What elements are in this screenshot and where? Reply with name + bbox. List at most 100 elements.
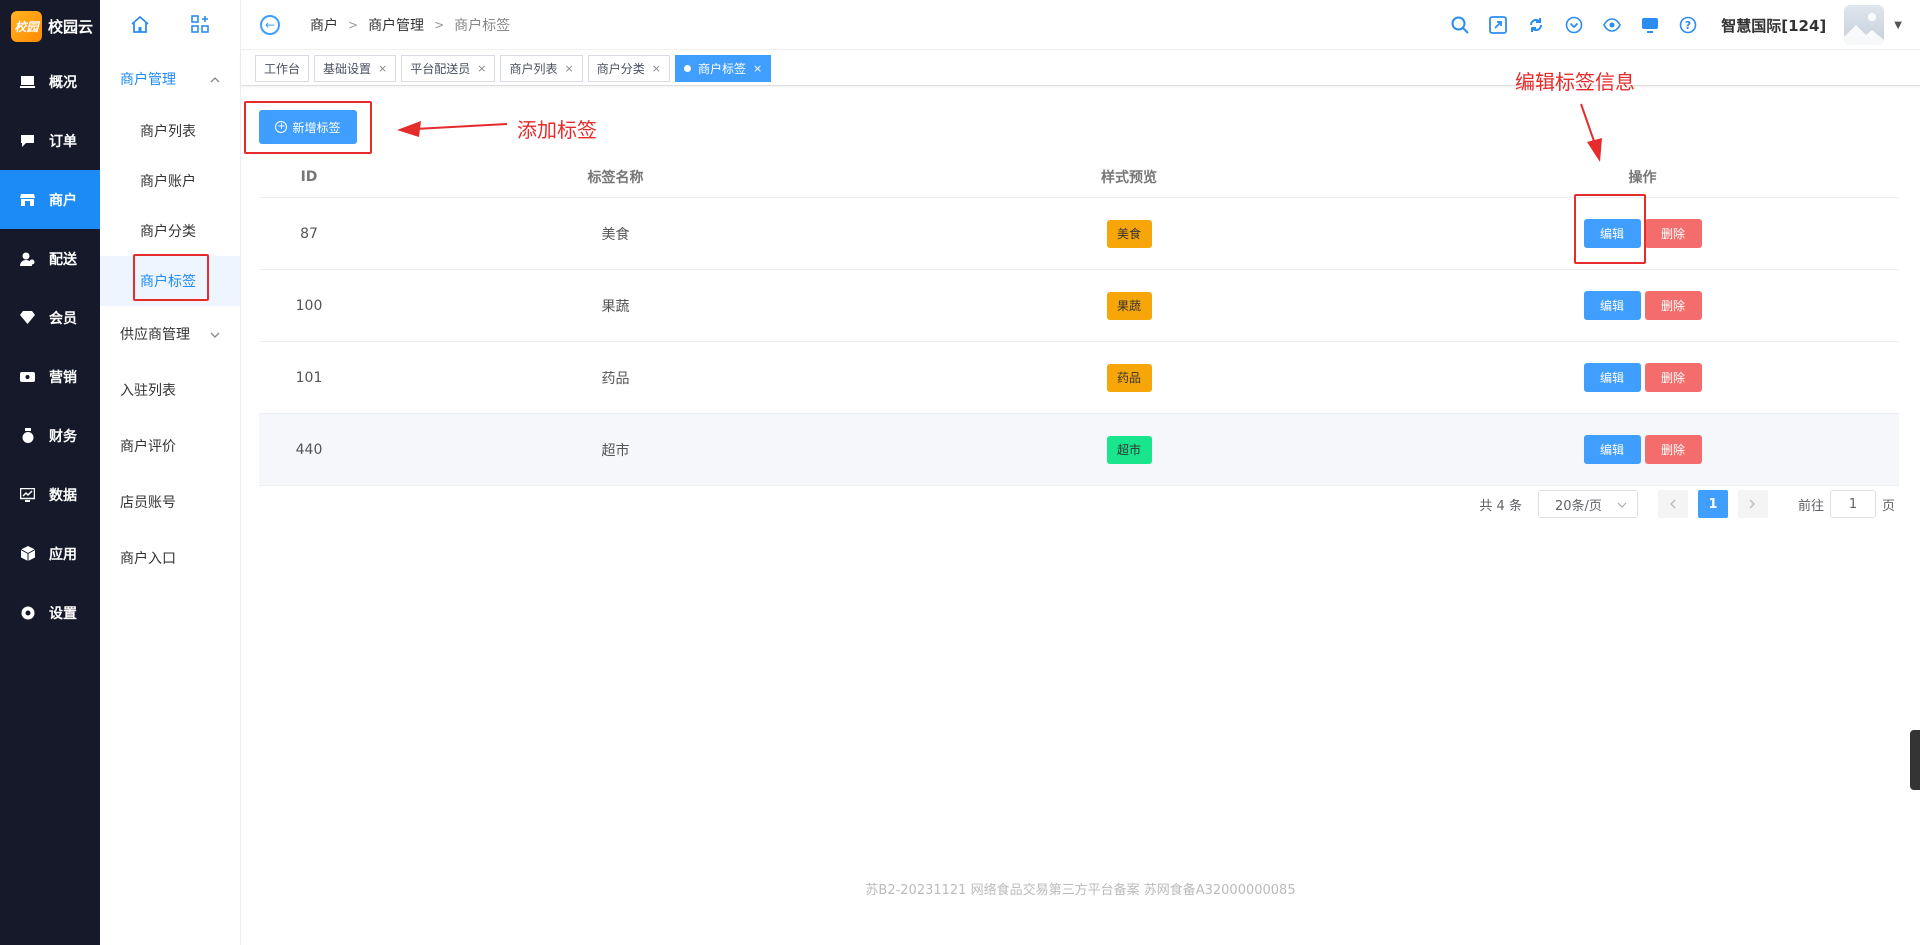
cell-style: 超市	[872, 435, 1386, 464]
close-icon[interactable]: ×	[652, 62, 661, 75]
tab-label: 商户分类	[596, 62, 645, 76]
prev-page-button[interactable]	[1657, 490, 1688, 518]
edit-button[interactable]: 编辑	[1583, 435, 1641, 464]
goto-page-input[interactable]: 1	[1829, 490, 1876, 518]
data-icon	[20, 487, 35, 502]
close-icon[interactable]: ×	[378, 62, 387, 75]
tab-platform-courier[interactable]: 平台配送员 ×	[401, 55, 496, 82]
close-icon[interactable]: ×	[753, 62, 762, 75]
submenu-item-merchant-entry[interactable]: 商户入口	[100, 530, 240, 586]
delete-button[interactable]: 删除	[1644, 435, 1702, 464]
annotation-box-edit	[1574, 194, 1646, 264]
delete-button[interactable]: 删除	[1644, 291, 1702, 320]
submenu-item-staff-account[interactable]: 店员账号	[100, 474, 240, 530]
fullscreen-icon[interactable]	[1479, 16, 1517, 34]
tab-merchant-tag[interactable]: 商户标签 ×	[674, 55, 772, 82]
secondary-menu: 商户管理 商户列表 商户账户 商户分类 商户标签 供应商管理 入驻列表 商户评价…	[100, 0, 241, 945]
nav-item-member[interactable]: 会员	[0, 288, 100, 347]
annotation-box-add	[244, 101, 372, 154]
tab-basic-settings[interactable]: 基础设置 ×	[314, 55, 397, 82]
column-header-actions: 操作	[1628, 169, 1657, 186]
nav-label: 财务	[49, 428, 77, 445]
annotation-arrow-left-icon	[397, 121, 508, 137]
delete-button[interactable]: 删除	[1644, 219, 1702, 248]
pagination-total: 共 4 条	[1479, 498, 1522, 514]
nav-item-order[interactable]: 订单	[0, 111, 100, 170]
cell-style: 果蔬	[872, 291, 1386, 320]
tab-label: 工作台	[264, 62, 301, 76]
edit-button[interactable]: 编辑	[1583, 363, 1641, 392]
help-icon[interactable]: ?	[1669, 16, 1707, 34]
avatar[interactable]	[1844, 5, 1885, 45]
table-row: 100 果蔬 果蔬 编辑 删除	[259, 270, 1899, 342]
goto-page: 前往 1 页	[1798, 490, 1895, 518]
nav-item-app[interactable]: 应用	[0, 524, 100, 583]
table-header: ID 标签名称 样式预览 操作	[259, 156, 1899, 198]
submenu-group-label: 供应商管理	[120, 327, 190, 343]
tab-merchant-list[interactable]: 商户列表 ×	[500, 55, 583, 82]
submenu-item-merchant-account[interactable]: 商户账户	[100, 156, 240, 206]
home-icon[interactable]	[131, 15, 149, 37]
nav-item-overview[interactable]: 概况	[0, 52, 100, 111]
submenu-item-merchant-review[interactable]: 商户评价	[100, 418, 240, 474]
cell-style: 美食	[872, 219, 1386, 248]
close-icon[interactable]: ×	[565, 62, 574, 75]
monitor-icon[interactable]	[1631, 17, 1669, 34]
page-size-value: 20条/页	[1554, 498, 1602, 514]
tag-table: ID 标签名称 样式预览 操作 87 美食 美食 编辑 删除 100 果蔬 果蔬…	[259, 156, 1899, 486]
breadcrumb-item[interactable]: 商户管理	[368, 15, 424, 35]
search-icon[interactable]	[1441, 16, 1479, 34]
nav-label: 配送	[49, 251, 77, 268]
tab-merchant-category[interactable]: 商户分类 ×	[587, 55, 670, 82]
delivery-icon	[20, 251, 35, 266]
edit-button[interactable]: 编辑	[1583, 291, 1641, 320]
submenu-group-supplier-management[interactable]: 供应商管理	[100, 306, 240, 362]
cell-style: 药品	[872, 363, 1386, 392]
back-arrow-icon[interactable]: ←	[260, 14, 280, 35]
cell-id: 87	[300, 225, 318, 242]
nav-item-settings[interactable]: 设置	[0, 583, 100, 642]
annotation-box-submenu	[133, 254, 209, 301]
nav-item-finance[interactable]: 财务	[0, 406, 100, 465]
tag-badge: 美食	[1106, 219, 1152, 248]
annotation-text-edit: 编辑标签信息	[1515, 70, 1635, 94]
nav-item-delivery[interactable]: 配送	[0, 229, 100, 288]
nav-item-data[interactable]: 数据	[0, 465, 100, 524]
tab-workbench[interactable]: 工作台	[255, 55, 310, 82]
submenu-toolbar	[100, 0, 240, 52]
eye-icon[interactable]	[1593, 18, 1631, 32]
logo-mark: 校园	[11, 10, 42, 42]
main-nav: 校园 校园云 概况 订单 商户 配送 会员 营销 财务 数据 应用 设置	[0, 0, 100, 945]
submenu-item-merchant-category[interactable]: 商户分类	[100, 206, 240, 256]
page-size-select[interactable]: 20条/页	[1537, 490, 1638, 518]
refresh-icon[interactable]	[1517, 16, 1555, 34]
cell-name: 超市	[601, 442, 630, 459]
user-name[interactable]: 智慧国际[124]	[1721, 15, 1826, 36]
caret-down-icon[interactable]: ▼	[1894, 20, 1902, 31]
column-header-name: 标签名称	[587, 169, 644, 186]
delete-button[interactable]: 删除	[1644, 363, 1702, 392]
submenu-item-merchant-list[interactable]: 商户列表	[100, 106, 240, 156]
nav-label: 应用	[49, 546, 77, 563]
nav-item-merchant[interactable]: 商户	[0, 170, 100, 229]
widgets-icon[interactable]	[191, 15, 209, 37]
chevron-up-icon	[210, 71, 220, 87]
annotation-arrow-down-icon	[1580, 103, 1602, 162]
nav-item-marketing[interactable]: 营销	[0, 347, 100, 406]
settings-icon	[20, 605, 35, 620]
next-page-button[interactable]	[1737, 490, 1768, 518]
submenu-group-merchant-management[interactable]: 商户管理	[100, 52, 240, 106]
cell-name: 药品	[601, 370, 630, 387]
tabs-bar: 工作台 基础设置 × 平台配送员 × 商户列表 × 商户分类 × 商户标签 ×	[241, 52, 1920, 86]
close-icon[interactable]: ×	[477, 62, 486, 75]
page-number-current[interactable]: 1	[1697, 490, 1728, 518]
cell-actions: 编辑 删除	[1386, 291, 1899, 320]
side-drawer-handle[interactable]	[1910, 730, 1920, 790]
submenu-item-settle-list[interactable]: 入驻列表	[100, 362, 240, 418]
breadcrumb-item[interactable]: 商户	[310, 15, 338, 35]
chevron-down-icon	[210, 326, 220, 342]
goto-prefix: 前往	[1797, 498, 1824, 514]
nav-label: 会员	[49, 310, 77, 327]
chevron-circle-down-icon[interactable]	[1555, 16, 1593, 34]
nav-label: 订单	[49, 133, 77, 150]
